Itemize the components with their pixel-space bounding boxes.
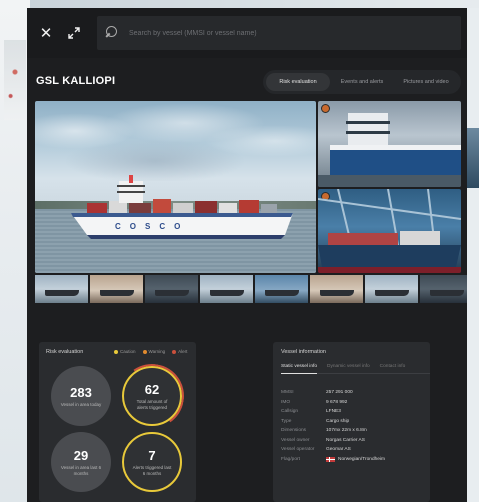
sky-clouds bbox=[35, 101, 316, 181]
info-value: Norgas Carrier AS bbox=[326, 437, 365, 443]
info-value: 9 678 992 bbox=[326, 399, 348, 405]
info-value: Norwegian/Trondheim bbox=[338, 456, 386, 462]
thumbnail[interactable] bbox=[420, 275, 467, 303]
legend-caution-label: Caution bbox=[120, 349, 136, 354]
thumbnail-strip bbox=[35, 275, 467, 303]
vessel-info-tabs: Static vessel info Dynamic vessel info C… bbox=[281, 364, 430, 374]
risk-evaluation-card: Risk evaluation Caution Warning Alert 28… bbox=[39, 342, 196, 502]
vessel-detail-panel: ✕ GSL KALLIOPI Risk evaluation Events an… bbox=[27, 8, 467, 502]
vessel-information-card: Vessel information Static vessel info Dy… bbox=[273, 342, 430, 502]
info-value-flag: Norwegian/Trondheim bbox=[326, 456, 386, 462]
thumbnail[interactable] bbox=[90, 275, 143, 303]
thumbnail[interactable] bbox=[35, 275, 88, 303]
info-row-operator: Vessel operator Geomar AS bbox=[281, 445, 426, 455]
info-value: 107mx 22m x 6.8m bbox=[326, 428, 367, 434]
info-value: 257 291 000 bbox=[326, 390, 353, 396]
tab-contact-info[interactable]: Contact info bbox=[380, 364, 406, 369]
info-value: Geomar AS bbox=[326, 447, 351, 453]
info-row-flag-port: Flag/port Norwegian/Trondheim bbox=[281, 455, 426, 465]
search-icon bbox=[105, 26, 119, 40]
top-bar: ✕ bbox=[27, 8, 467, 58]
expand-icon bbox=[68, 27, 80, 39]
search-input[interactable] bbox=[129, 29, 429, 37]
thumbnail[interactable] bbox=[310, 275, 363, 303]
background-map-left bbox=[0, 0, 30, 502]
thumbnail[interactable] bbox=[145, 275, 198, 303]
info-row-imo: IMO 9 678 992 bbox=[281, 398, 426, 408]
legend-caution: Caution bbox=[114, 349, 136, 354]
info-row-owner: Vessel owner Norgas Carrier AS bbox=[281, 436, 426, 446]
info-key: Dimensions bbox=[281, 428, 307, 434]
vessel-info-title: Vessel information bbox=[281, 349, 326, 355]
info-row-dimensions: Dimensions 107mx 22m x 6.8m bbox=[281, 426, 426, 436]
risk-legend: Caution Warning Alert bbox=[114, 349, 187, 354]
info-row-mmsi: MMSI 257 291 000 bbox=[281, 388, 426, 398]
stat-vessels-6-months[interactable]: 29 Vessel in area last 6 months bbox=[51, 432, 111, 492]
main-vessel-photo[interactable]: COSCO bbox=[35, 101, 316, 273]
background-map-detail bbox=[4, 40, 26, 120]
hull-text: COSCO bbox=[115, 222, 190, 231]
info-value: LFNE3 bbox=[326, 409, 341, 415]
thumbnail[interactable] bbox=[200, 275, 253, 303]
port-crane-illustration bbox=[318, 189, 461, 273]
vessel-name: GSL KALLIOPI bbox=[36, 75, 116, 87]
legend-alert-label: Alert bbox=[178, 349, 188, 354]
vessel-info-table: MMSI 257 291 000 IMO 9 678 992 Callsign LFN… bbox=[281, 388, 426, 464]
stat-value: 283 bbox=[70, 384, 92, 400]
legend-alert: Alert bbox=[172, 349, 187, 354]
thumbnail[interactable] bbox=[255, 275, 308, 303]
tab-events-and-alerts[interactable]: Events and alerts bbox=[330, 73, 394, 91]
tab-risk-evaluation[interactable]: Risk evaluation bbox=[266, 73, 330, 91]
info-key: Vessel operator bbox=[281, 447, 315, 453]
stat-alerts-6-months[interactable]: 7 Alerts triggered last 6 months bbox=[122, 432, 182, 492]
stat-label: Alerts triggered last 6 months bbox=[132, 464, 172, 476]
stat-label: Vessel in area last 6 months bbox=[60, 464, 102, 476]
close-button[interactable]: ✕ bbox=[35, 22, 57, 44]
search-bar[interactable] bbox=[97, 16, 461, 50]
side-photo-1[interactable] bbox=[318, 101, 461, 187]
legend-warning-label: Warning bbox=[148, 349, 166, 354]
info-key: MMSI bbox=[281, 390, 294, 396]
stat-vessels-today[interactable]: 283 Vessel in area today bbox=[51, 366, 111, 426]
info-key: Type bbox=[281, 418, 292, 424]
background-photo-strip bbox=[467, 128, 479, 188]
tab-static-vessel-info[interactable]: Static vessel info bbox=[281, 364, 317, 374]
thumbnail[interactable] bbox=[365, 275, 418, 303]
risk-card-title: Risk evaluation bbox=[46, 349, 84, 355]
detail-tabs: Risk evaluation Events and alerts Pictur… bbox=[263, 70, 461, 94]
side-photo-2[interactable] bbox=[318, 189, 461, 273]
stat-value: 29 bbox=[73, 447, 89, 463]
info-key: Callsign bbox=[281, 409, 299, 415]
tab-dynamic-vessel-info[interactable]: Dynamic vessel info bbox=[327, 364, 370, 369]
stat-value: 62 bbox=[144, 381, 160, 397]
stat-total-alerts[interactable]: 62 Total amount of alerts triggered bbox=[122, 366, 182, 426]
background-map-right bbox=[467, 8, 479, 502]
info-key: Flag/port bbox=[281, 456, 300, 462]
info-value: Cargo ship bbox=[326, 418, 350, 424]
close-icon: ✕ bbox=[39, 25, 53, 42]
expand-button[interactable] bbox=[63, 22, 85, 44]
info-key: IMO bbox=[281, 399, 291, 405]
legend-warning: Warning bbox=[142, 349, 166, 354]
info-row-type: Type Cargo ship bbox=[281, 417, 426, 427]
info-row-callsign: Callsign LFNE3 bbox=[281, 407, 426, 417]
stat-label: Total amount of alerts triggered bbox=[136, 398, 168, 410]
stat-value: 7 bbox=[148, 447, 156, 463]
background-map-top bbox=[30, 0, 479, 8]
stat-label: Vessel in area today bbox=[60, 401, 102, 407]
norway-flag-icon bbox=[326, 456, 335, 462]
container-ship-illustration bbox=[71, 175, 293, 239]
tab-pictures-and-video[interactable]: Pictures and video bbox=[394, 73, 458, 91]
info-key: Vessel owner bbox=[281, 437, 310, 443]
ship-bridge-illustration bbox=[318, 113, 461, 187]
